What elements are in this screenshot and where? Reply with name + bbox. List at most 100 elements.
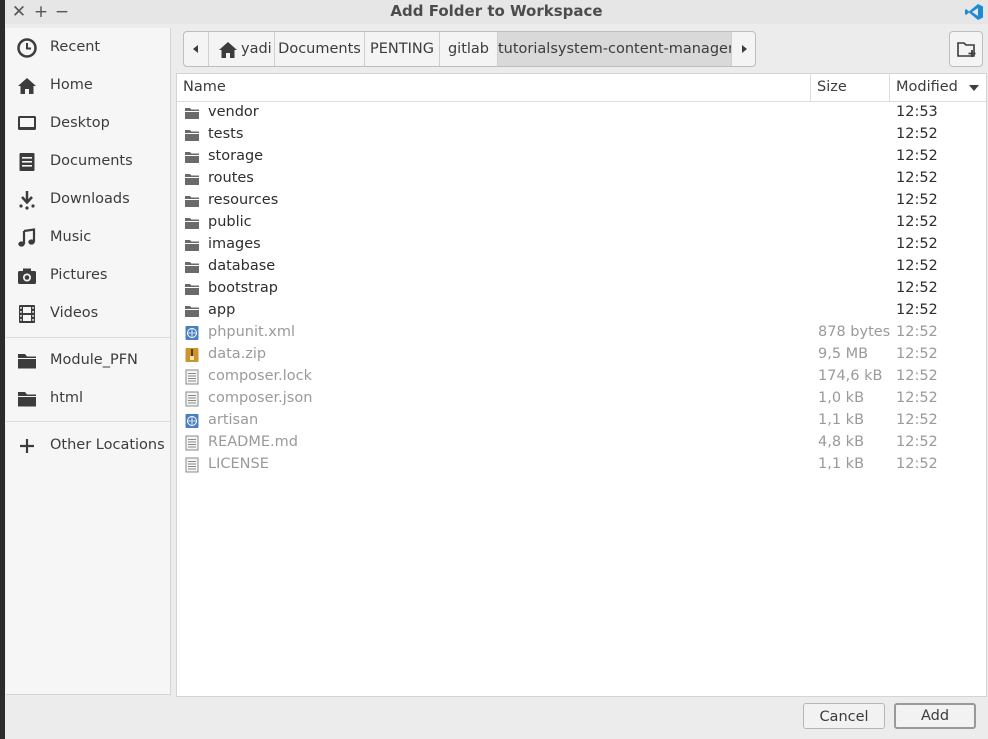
file-name: app xyxy=(208,302,236,318)
text-file-icon xyxy=(185,391,199,407)
text-file-icon xyxy=(185,369,199,385)
file-row[interactable]: resources 12:52 xyxy=(177,190,986,212)
file-row[interactable]: artisan 1,1 kB 12:52 xyxy=(177,410,986,432)
column-modified[interactable]: Modified xyxy=(889,74,986,101)
sidebar-item-music[interactable]: Music xyxy=(6,220,170,256)
file-name: artisan xyxy=(208,412,259,428)
home-icon xyxy=(219,42,237,58)
sidebar-item-html[interactable]: html xyxy=(6,381,170,417)
file-name: resources xyxy=(208,192,279,208)
file-modified: 12:52 xyxy=(896,126,938,142)
file-row[interactable]: composer.lock 174,6 kB 12:52 xyxy=(177,366,986,388)
file-modified: 12:52 xyxy=(896,236,938,252)
folder-icon xyxy=(185,196,199,207)
sidebar-item-home[interactable]: Home xyxy=(6,68,170,104)
folder-icon xyxy=(185,240,199,251)
sidebar-item-documents[interactable]: Documents xyxy=(6,144,170,180)
file-modified: 12:52 xyxy=(896,456,938,472)
create-folder-button[interactable] xyxy=(949,31,983,67)
sidebar-item-downloads[interactable]: Downloads xyxy=(6,182,170,218)
file-row[interactable]: data.zip 9,5 MB 12:52 xyxy=(177,344,986,366)
file-name: composer.lock xyxy=(208,368,313,384)
file-modified: 12:52 xyxy=(896,302,938,318)
folder-icon xyxy=(185,306,199,317)
file-row[interactable]: LICENSE 1,1 kB 12:52 xyxy=(177,454,986,476)
sidebar-divider xyxy=(6,337,170,338)
file-list: Name Size Modified vendor 12:53 tests 12:52… xyxy=(176,73,987,697)
file-row[interactable]: images 12:52 xyxy=(177,234,986,256)
column-modified-label: Modified xyxy=(896,79,958,95)
sidebar-item-pictures[interactable]: Pictures xyxy=(6,258,170,294)
file-size: 1,1 kB xyxy=(818,412,865,428)
file-row[interactable]: tests 12:52 xyxy=(177,124,986,146)
file-name: vendor xyxy=(208,104,259,120)
column-header: Name Size Modified xyxy=(177,74,986,102)
path-scroll-left-button[interactable] xyxy=(184,32,209,66)
add-button[interactable]: Add xyxy=(894,703,976,729)
file-row[interactable]: storage 12:52 xyxy=(177,146,986,168)
text-file-icon xyxy=(185,457,199,473)
sidebar-item-recent[interactable]: Recent xyxy=(6,30,170,66)
file-row[interactable]: public 12:52 xyxy=(177,212,986,234)
file-name: LICENSE xyxy=(208,456,269,472)
music-icon xyxy=(18,228,36,247)
documents-icon xyxy=(19,153,35,171)
file-modified: 12:52 xyxy=(896,214,938,230)
folder-icon xyxy=(185,108,199,119)
file-row[interactable]: database 12:52 xyxy=(177,256,986,278)
folder-icon xyxy=(185,130,199,141)
crumb-penting[interactable]: PENTING xyxy=(365,32,440,66)
file-size: 1,1 kB xyxy=(818,456,865,472)
file-name: bootstrap xyxy=(208,280,278,296)
file-row[interactable]: app 12:52 xyxy=(177,300,986,322)
text-file-icon xyxy=(185,435,199,451)
file-row[interactable]: README.md 4,8 kB 12:52 xyxy=(177,432,986,454)
crumb-documents[interactable]: Documents xyxy=(275,32,365,66)
folder-icon xyxy=(185,152,199,163)
file-modified: 12:52 xyxy=(896,148,938,164)
sidebar-item-label: Videos xyxy=(50,305,99,321)
file-name: storage xyxy=(208,148,264,164)
file-row[interactable]: phpunit.xml 878 bytes 12:52 xyxy=(177,322,986,344)
file-name: README.md xyxy=(208,434,298,450)
sidebar-item-module-pfn[interactable]: Module_PFN xyxy=(6,343,170,379)
crumb-current-folder[interactable]: tutorialsystem-content-manager xyxy=(498,32,732,66)
file-row[interactable]: vendor 12:53 xyxy=(177,102,986,124)
sidebar-item-videos[interactable]: Videos xyxy=(6,296,170,332)
file-row[interactable]: composer.json 1,0 kB 12:52 xyxy=(177,388,986,410)
folder-icon xyxy=(18,392,36,407)
sidebar-item-label: Desktop xyxy=(50,115,110,131)
sidebar-item-other-locations[interactable]: Other Locations xyxy=(6,428,170,464)
file-row[interactable]: bootstrap 12:52 xyxy=(177,278,986,300)
sidebar-item-label: Home xyxy=(50,77,93,93)
crumb-gitlab[interactable]: gitlab xyxy=(440,32,498,66)
file-name: images xyxy=(208,236,261,252)
home-icon xyxy=(18,78,36,94)
file-name: tests xyxy=(208,126,244,142)
desktop-icon xyxy=(18,116,36,130)
file-name: public xyxy=(208,214,252,230)
file-modified: 12:52 xyxy=(896,346,938,362)
sidebar-item-label: Downloads xyxy=(50,191,130,207)
path-scroll-right-button[interactable] xyxy=(732,32,755,66)
download-icon xyxy=(19,191,35,210)
folder-icon xyxy=(185,218,199,229)
sidebar-item-label: Pictures xyxy=(50,267,108,283)
crumb-home[interactable]: yadi xyxy=(209,32,275,66)
cancel-button[interactable]: Cancel xyxy=(803,703,885,729)
sidebar-item-label: Recent xyxy=(50,39,101,55)
sidebar-item-desktop[interactable]: Desktop xyxy=(6,106,170,142)
title-bar: ✕ + − Add Folder to Workspace xyxy=(5,0,988,24)
file-size: 1,0 kB xyxy=(818,390,865,406)
web-file-icon xyxy=(185,414,199,428)
file-name: data.zip xyxy=(208,346,267,362)
file-size: 4,8 kB xyxy=(818,434,865,450)
file-row[interactable]: routes 12:52 xyxy=(177,168,986,190)
file-name: routes xyxy=(208,170,254,186)
column-name[interactable]: Name xyxy=(177,74,810,101)
file-modified: 12:52 xyxy=(896,412,938,428)
file-modified: 12:52 xyxy=(896,324,938,340)
file-modified: 12:52 xyxy=(896,258,938,274)
column-size[interactable]: Size xyxy=(810,74,889,101)
file-name: database xyxy=(208,258,276,274)
